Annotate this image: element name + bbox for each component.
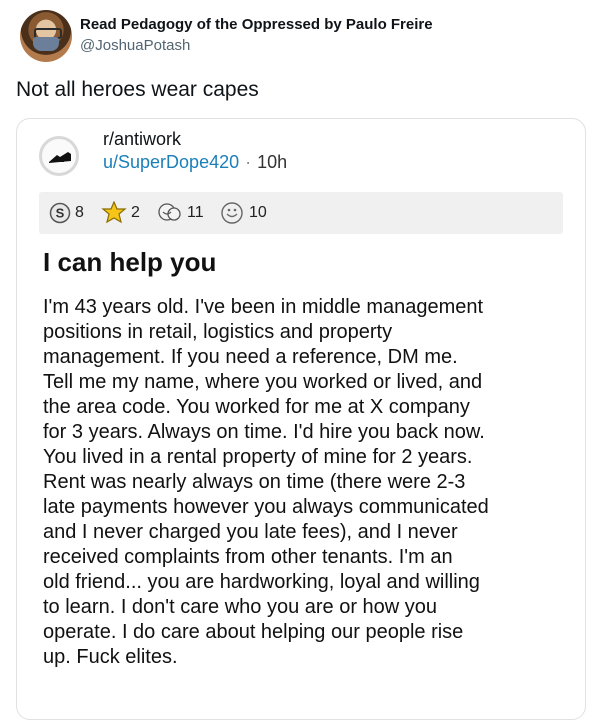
post-meta: u/SuperDope420 · 10h — [103, 152, 287, 173]
awards-bar: S 8 2 11 10 — [39, 192, 563, 234]
post-body: I'm 43 years old. I've been in middle ma… — [43, 295, 571, 670]
award-count: 10 — [249, 204, 267, 221]
tweet-header: Read Pedagogy of the Oppressed by Paulo … — [16, 4, 586, 64]
award-gold[interactable]: 2 — [101, 201, 140, 225]
post-body-line: and I never charged you late fees), and … — [43, 521, 458, 543]
award-silver[interactable]: S 8 — [49, 201, 84, 225]
award-count: 11 — [187, 204, 204, 221]
post-body-line: positions in retail, logistics and prope… — [43, 321, 393, 343]
post-body-line: I'm 43 years old. I've been in middle ma… — [43, 296, 484, 318]
post-time: 10h — [257, 152, 288, 172]
post-body-line: old friend... you are hardworking, loyal… — [43, 571, 480, 593]
subreddit-icon[interactable] — [39, 136, 79, 176]
meta-separator: · — [245, 152, 252, 172]
award-helpful[interactable]: 10 — [219, 201, 267, 225]
post-body-line: management. If you need a reference, DM … — [43, 346, 458, 368]
reddit-post-card: r/antiwork u/SuperDope420 ·10h S 8 2 11 — [16, 118, 586, 720]
user-handle[interactable]: @JoshuaPotash — [80, 37, 190, 54]
post-body-line: operate. I do care about helping our peo… — [43, 621, 464, 643]
tweet-text: Not all heroes wear capes — [16, 78, 259, 101]
svg-text:S: S — [56, 206, 65, 221]
post-body-line: Tell me my name, where you worked or liv… — [43, 371, 483, 393]
gold-award-icon — [101, 201, 127, 224]
silver-award-icon: S — [49, 202, 71, 224]
post-body-line: late payments however you always communi… — [43, 496, 489, 518]
antiwork-logo-icon — [49, 152, 71, 163]
avatar-mask — [33, 37, 59, 51]
post-body-line: up. Fuck elites. — [43, 646, 178, 668]
post-title: I can help you — [43, 247, 217, 277]
helpful-award-icon — [221, 202, 243, 224]
post-body-line: received complaints from other tenants. … — [43, 546, 453, 568]
avatar[interactable] — [20, 10, 72, 62]
award-count: 2 — [131, 204, 140, 221]
award-count: 8 — [75, 204, 84, 221]
post-body-line: Rent was nearly always on time (there we… — [43, 471, 466, 493]
display-name[interactable]: Read Pedagogy of the Oppressed by Paulo … — [80, 16, 433, 33]
post-body-line: to learn. I don't care who you are or ho… — [43, 596, 438, 618]
post-body-line: You lived in a rental property of mine f… — [43, 446, 473, 468]
post-body-line: for 3 years. Always on time. I'd hire yo… — [43, 421, 485, 443]
subreddit-name[interactable]: r/antiwork — [103, 129, 181, 150]
award-wholesome[interactable]: 11 — [157, 201, 204, 225]
post-author[interactable]: u/SuperDope420 — [103, 152, 239, 172]
wholesome-award-icon — [158, 203, 181, 221]
post-body-line: the area code. You worked for me at X co… — [43, 396, 470, 418]
